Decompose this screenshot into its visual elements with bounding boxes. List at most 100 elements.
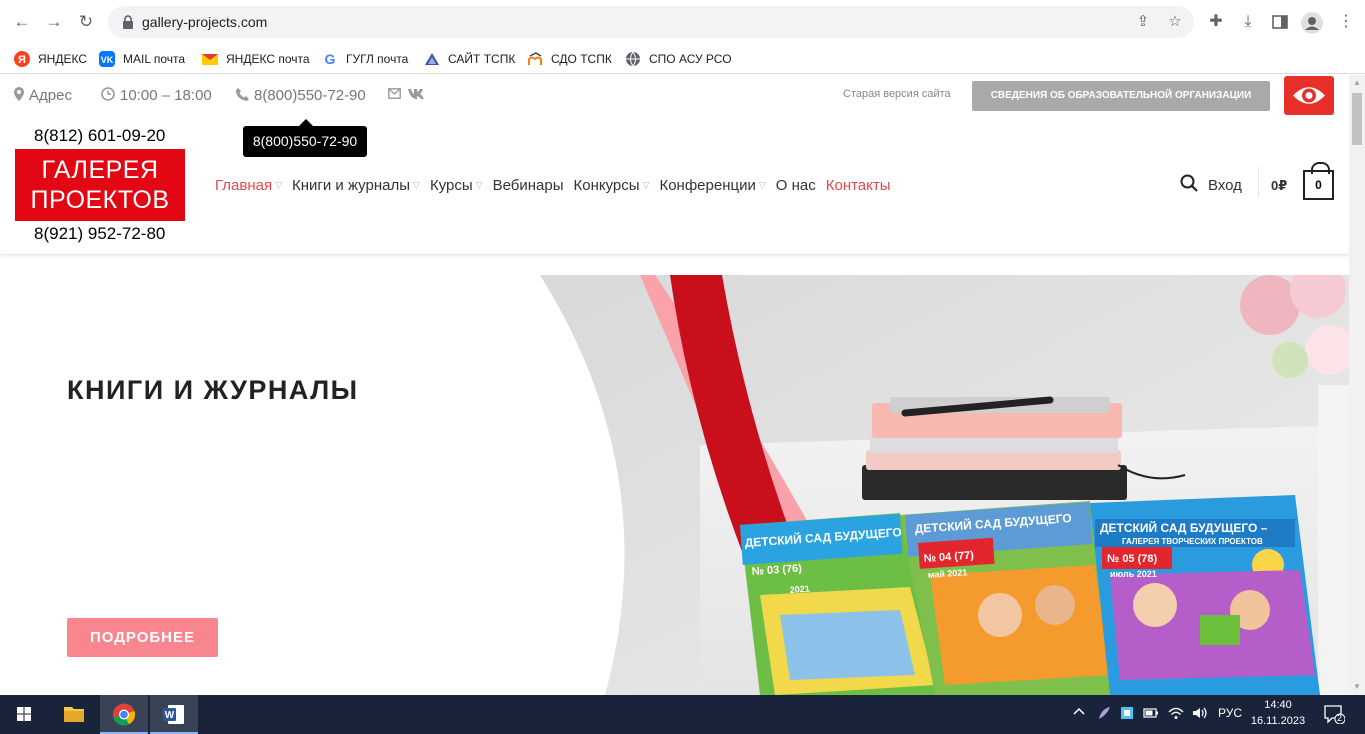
bookmark-mail[interactable]: VK MAIL почта — [99, 49, 185, 69]
bookmark-tspk-sdo[interactable]: СДО ТСПК — [527, 49, 612, 69]
url-text[interactable]: gallery-projects.com — [142, 14, 267, 30]
page-scrollbar[interactable]: ▲ ▼ — [1349, 75, 1365, 695]
bookmark-star-icon[interactable]: ☆ — [1166, 13, 1184, 31]
search-icon[interactable] — [1180, 174, 1198, 192]
login-link[interactable]: Вход — [1208, 177, 1242, 194]
tray-volume-icon[interactable] — [1192, 706, 1208, 723]
nav-contacts[interactable]: Контакты — [826, 177, 891, 194]
site-triangle-icon — [425, 53, 439, 65]
main-navigation: Главная ▽ Книги и журналы ▽ Курсы ▽ Вебинар… — [215, 177, 901, 194]
bookmark-spo-asu[interactable]: СПО АСУ РСО — [625, 49, 732, 69]
vk-social-icon[interactable] — [408, 88, 424, 99]
website-viewport: Адрес 10:00 – 18:00 8(800)550-72-90 Стар… — [0, 75, 1349, 695]
hero-slider: ДЕТСКИЙ САД БУДУЩЕГО № 03 (76) 2021 ДЕТС… — [0, 275, 1349, 695]
hero-title: КНИГИ И ЖУРНАЛЫ — [67, 375, 359, 405]
logo-line-2: ПРОЕКТОВ — [30, 186, 170, 214]
tray-feather-icon[interactable] — [1097, 706, 1111, 723]
profile-avatar-icon[interactable] — [1301, 12, 1323, 34]
email-icon[interactable] — [388, 88, 401, 99]
hero-more-button[interactable]: ПОДРОБНЕЕ — [67, 618, 218, 657]
moodle-icon — [528, 52, 542, 65]
vk-icon: VK — [99, 51, 115, 67]
site-logo[interactable]: ГАЛЕРЕЯ ПРОЕКТОВ — [15, 149, 185, 221]
download-icon[interactable]: ⤓ — [1238, 12, 1258, 32]
notifications-icon[interactable]: 2 — [1323, 704, 1346, 727]
word-icon[interactable]: W — [150, 695, 198, 734]
nav-webinars[interactable]: Вебинары — [493, 177, 564, 194]
yandex-icon: Я — [14, 51, 30, 67]
phone-tooltip: 8(800)550-72-90 — [243, 119, 367, 157]
magazine-3-title: ДЕТСКИЙ САД БУДУЩЕГО – — [1100, 520, 1268, 535]
globe-icon — [626, 51, 640, 67]
bookmark-yandex[interactable]: Я ЯНДЕКС — [14, 49, 87, 69]
header-phone-1[interactable]: 8(812) 601-09-20 — [34, 126, 165, 146]
extensions-puzzle-icon[interactable]: ✚ — [1206, 12, 1226, 32]
svg-text:VK: VK — [101, 55, 114, 65]
scroll-down-arrow-icon[interactable]: ▼ — [1349, 679, 1365, 695]
tray-language[interactable]: РУС — [1218, 706, 1242, 720]
back-arrow-icon[interactable]: ← — [12, 12, 32, 32]
cart-bag-icon[interactable]: 0 — [1303, 162, 1334, 200]
eye-icon — [1293, 87, 1325, 104]
site-top-bar: Адрес 10:00 – 18:00 8(800)550-72-90 Стар… — [0, 75, 1349, 115]
magazine-1-year: 2021 — [789, 584, 810, 595]
tray-battery-icon[interactable] — [1143, 706, 1159, 723]
header-phone-2[interactable]: 8(921) 952-72-80 — [34, 224, 165, 244]
site-header: 8(812) 601-09-20 ГАЛЕРЕЯ ПРОЕКТОВ 8(921)… — [0, 115, 1349, 255]
bookmark-yandex-mail[interactable]: ЯНДЕКС почта — [202, 49, 310, 69]
svg-text:Я: Я — [18, 54, 26, 66]
magazine-3-month: июль 2021 — [1110, 569, 1157, 579]
windows-start-icon[interactable] — [0, 695, 48, 734]
bookmark-gmail[interactable]: G ГУГЛ почта — [322, 49, 409, 69]
old-site-link[interactable]: Старая версия сайта — [843, 88, 951, 100]
chevron-down-icon: ▽ — [275, 180, 283, 190]
address-link[interactable]: Адрес — [14, 87, 72, 104]
accessibility-eye-button[interactable] — [1284, 76, 1334, 115]
nav-courses[interactable]: Курсы ▽ — [430, 177, 483, 194]
working-hours: 10:00 – 18:00 — [101, 87, 212, 104]
nav-contests[interactable]: Конкурсы ▽ — [573, 177, 649, 194]
chevron-down-icon: ▽ — [642, 180, 650, 190]
scroll-thumb[interactable] — [1352, 93, 1362, 145]
share-icon[interactable]: ⇪ — [1134, 13, 1152, 31]
header-divider — [1258, 167, 1259, 197]
mail-envelope-icon — [202, 54, 218, 65]
nav-books-journals[interactable]: Книги и журналы ▽ — [292, 177, 420, 194]
nav-about[interactable]: О нас — [776, 177, 816, 194]
lock-icon — [123, 15, 133, 29]
file-explorer-icon[interactable] — [50, 695, 98, 734]
tray-clock-date[interactable]: 16.11.2023 — [1247, 715, 1309, 727]
nav-home[interactable]: Главная ▽ — [215, 177, 282, 194]
bookmarks-bar: Я ЯНДЕКС VK MAIL почта ЯНДЕКС почта G ГУ… — [0, 44, 1365, 74]
tray-clock-time[interactable]: 14:40 — [1253, 699, 1303, 711]
side-panel-icon[interactable] — [1270, 12, 1290, 32]
chevron-down-icon: ▽ — [758, 180, 766, 190]
map-pin-icon — [14, 87, 24, 104]
windows-taskbar: W РУС 14:40 16.11.2023 2 — [0, 695, 1365, 734]
cart-total[interactable]: 0₽ — [1271, 178, 1287, 194]
tray-wifi-icon[interactable] — [1168, 706, 1184, 723]
address-bar[interactable]: gallery-projects.com ⇪ ☆ — [108, 6, 1194, 38]
notification-count: 2 — [1337, 713, 1343, 723]
more-menu-icon[interactable]: ⋮ — [1336, 12, 1356, 32]
reload-icon[interactable]: ↻ — [76, 12, 96, 32]
chrome-icon[interactable] — [100, 695, 148, 734]
phone-link[interactable]: 8(800)550-72-90 — [236, 87, 366, 104]
browser-toolbar: ← → ↻ gallery-projects.com ⇪ ☆ ✚ ⤓ ⋮ — [0, 0, 1365, 44]
logo-line-1: ГАЛЕРЕЯ — [41, 156, 159, 184]
bookmark-tspk-site[interactable]: САЙТ ТСПК — [424, 49, 515, 69]
tray-chevron-up-icon[interactable] — [1073, 706, 1085, 721]
forward-arrow-icon[interactable]: → — [44, 12, 64, 32]
svg-text:W: W — [165, 710, 175, 721]
chevron-down-icon: ▽ — [413, 180, 420, 190]
svg-text:G: G — [325, 51, 336, 67]
scroll-up-arrow-icon[interactable]: ▲ — [1349, 75, 1365, 91]
nav-conferences[interactable]: Конференции ▽ — [659, 177, 765, 194]
edu-org-info-button[interactable]: СВЕДЕНИЯ ОБ ОБРАЗОВАТЕЛЬНОЙ ОРГАНИЗАЦИИ — [972, 81, 1270, 111]
magazine-3-subtitle: ГАЛЕРЕЯ ТВОРЧЕСКИХ ПРОЕКТОВ — [1122, 537, 1263, 546]
chevron-down-icon: ▽ — [475, 180, 483, 190]
magazine-3-issue: № 05 (78) — [1107, 553, 1158, 565]
tray-antivirus-icon[interactable] — [1120, 706, 1134, 723]
clock-icon — [101, 87, 115, 104]
cart-count: 0 — [1315, 178, 1322, 192]
